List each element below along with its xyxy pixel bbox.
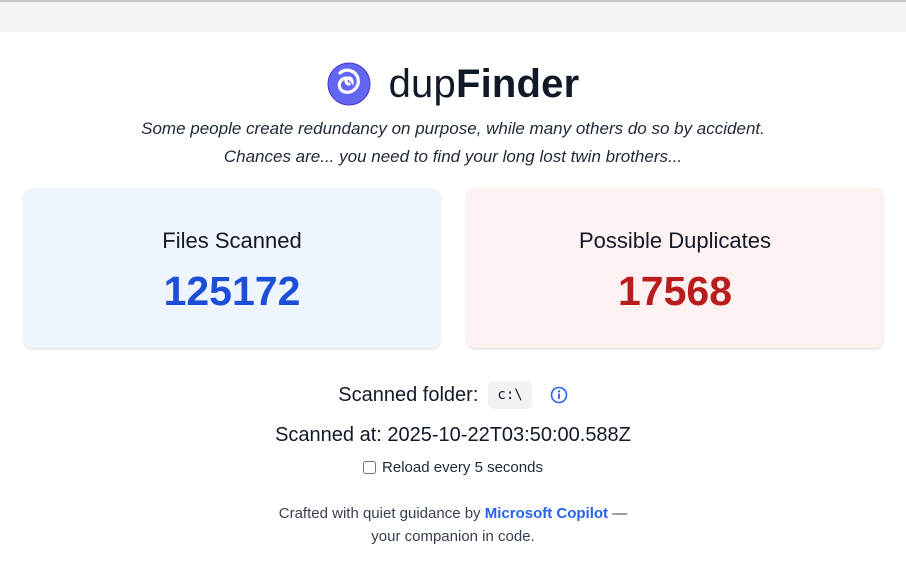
footer: Crafted with quiet guidance by Microsoft… (0, 502, 906, 548)
browser-top-bar (0, 0, 906, 32)
swirl-icon (327, 62, 371, 106)
microsoft-copilot-link[interactable]: Microsoft Copilot (485, 505, 608, 522)
possible-duplicates-card: Possible Duplicates 17568 (467, 188, 883, 348)
tagline-line-1: Some people create redundancy on purpose… (141, 119, 765, 138)
possible-duplicates-label: Possible Duplicates (579, 228, 771, 253)
scanned-folder-row: Scanned folder: c:\ (0, 381, 906, 409)
app-title-bold: Finder (455, 62, 580, 106)
files-scanned-value: 125172 (163, 268, 301, 314)
tagline-line-2: Chances are... you need to find your lon… (223, 147, 683, 166)
reload-label: Reload every 5 seconds (382, 459, 543, 476)
reload-checkbox[interactable] (363, 461, 377, 474)
possible-duplicates-value: 17568 (617, 268, 732, 314)
files-scanned-card: Files Scanned 125172 (24, 188, 440, 348)
files-scanned-label: Files Scanned (162, 228, 302, 253)
footer-dash: — (612, 505, 628, 522)
scanned-at-timestamp: Scanned at: 2025-10-22T03:50:00.588Z (275, 424, 631, 446)
info-icon[interactable] (550, 386, 568, 404)
scanned-folder-label: Scanned folder: (338, 383, 479, 406)
app-title: dupFinder (389, 62, 580, 106)
reload-toggle[interactable]: Reload every 5 seconds (0, 459, 906, 476)
page: dupFinder Some people create redundancy … (0, 32, 906, 588)
app-title-light: dup (388, 62, 456, 106)
footer-line-1: Crafted with quiet guidance by Microsoft… (0, 502, 906, 525)
footer-line-2: your companion in code. (371, 528, 535, 545)
brand-header: dupFinder (0, 62, 906, 106)
footer-prefix: Crafted with quiet guidance by (278, 505, 481, 522)
scanned-folder-path: c:\ (488, 381, 532, 409)
